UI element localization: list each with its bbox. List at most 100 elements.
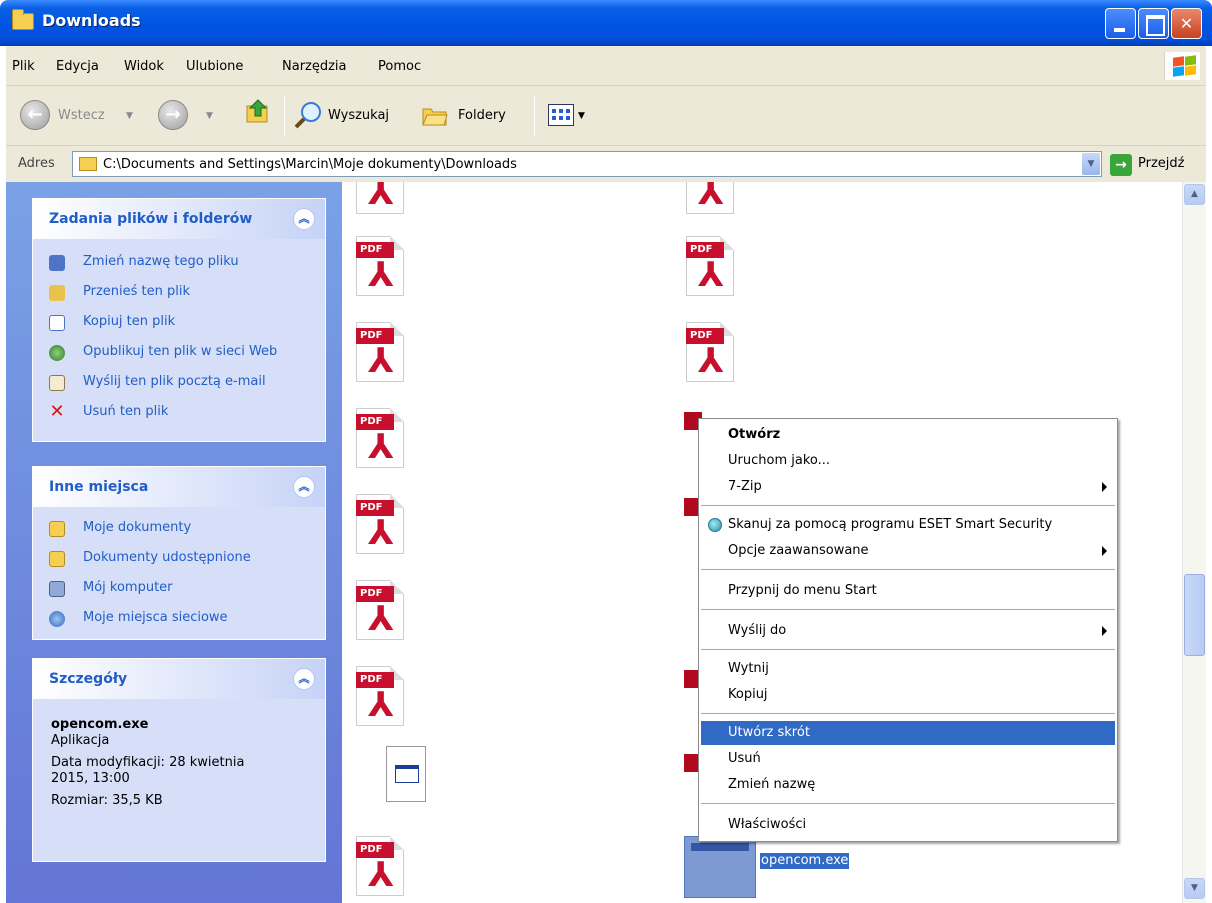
up-folder-icon[interactable]: [246, 98, 270, 124]
details-modified-1: Data modyfikacji: 28 kwietnia: [51, 755, 245, 770]
details-panel: Szczegóły ︽ opencom.exe Aplikacja Data m…: [32, 658, 326, 862]
pdf-file-icon[interactable]: PDF ⅄: [346, 580, 406, 644]
pdf-file-icon[interactable]: PDF ⅄: [346, 322, 406, 386]
rename-icon: [49, 255, 65, 271]
task-email-label[interactable]: Wyślij ten plik pocztą e-mail: [83, 374, 266, 389]
back-dropdown-icon[interactable]: ▼: [126, 111, 133, 121]
place-label[interactable]: Moje dokumenty: [83, 520, 191, 535]
delete-icon: ✕: [49, 401, 65, 422]
search-label[interactable]: Wyszukaj: [328, 108, 389, 123]
task-pane: Zadania plików i folderów ︽ Zmień nazwę …: [6, 182, 342, 903]
pdf-file-icon[interactable]: ⅄: [346, 182, 406, 218]
pdf-file-icon[interactable]: PDF ⅄: [346, 494, 406, 558]
submenu-arrow-icon: [1102, 626, 1107, 636]
ctx-cut[interactable]: Wytnij: [701, 657, 1115, 681]
pdf-file-icon[interactable]: ⅄: [676, 182, 736, 218]
back-button[interactable]: ←: [20, 100, 50, 130]
menu-plik[interactable]: Plik: [12, 59, 35, 74]
selected-exe-icon[interactable]: [684, 836, 756, 898]
details-type: Aplikacja: [51, 733, 110, 748]
views-dropdown-icon[interactable]: ▼: [578, 111, 585, 121]
back-label[interactable]: Wstecz: [58, 108, 105, 123]
forward-dropdown-icon[interactable]: ▼: [206, 111, 213, 121]
ctx-eset-scan[interactable]: Skanuj za pomocą programu ESET Smart Sec…: [701, 513, 1115, 537]
task-rename-label[interactable]: Zmień nazwę tego pliku: [83, 254, 239, 269]
menu-widok[interactable]: Widok: [124, 59, 164, 74]
file-tasks-panel: Zadania plików i folderów ︽ Zmień nazwę …: [32, 198, 326, 442]
ctx-rename[interactable]: Zmień nazwę: [701, 773, 1115, 797]
scroll-thumb[interactable]: [1184, 574, 1205, 656]
menu-separator: [701, 713, 1115, 714]
maximize-button[interactable]: [1138, 8, 1169, 39]
collapse-chevron-icon[interactable]: ︽: [293, 476, 315, 498]
vertical-scrollbar[interactable]: ▲ ▼: [1182, 182, 1206, 903]
forward-button[interactable]: →: [158, 100, 188, 130]
place-label[interactable]: Mój komputer: [83, 580, 173, 595]
task-copy-label[interactable]: Kopiuj ten plik: [83, 314, 175, 329]
minimize-button[interactable]: [1105, 8, 1136, 39]
folders-label[interactable]: Foldery: [458, 108, 506, 123]
move-icon: [49, 285, 65, 301]
context-menu: Otwórz Uruchom jako... 7-Zip Skanuj za p…: [698, 418, 1118, 842]
selected-file-label[interactable]: opencom.exe: [760, 853, 850, 869]
ctx-properties[interactable]: Właściwości: [701, 813, 1115, 837]
ctx-create-shortcut[interactable]: Utwórz skrót: [701, 721, 1115, 745]
task-move-label[interactable]: Przenieś ten plik: [83, 284, 190, 299]
collapse-chevron-icon[interactable]: ︽: [293, 208, 315, 230]
pdf-file-icon[interactable]: PDF ⅄: [346, 666, 406, 730]
file-tasks-header[interactable]: Zadania plików i folderów ︽: [33, 199, 325, 239]
details-modified-2: 2015, 13:00: [51, 771, 130, 786]
menu-ulubione[interactable]: Ulubione: [186, 59, 243, 74]
task-publish-label[interactable]: Opublikuj ten plik w sieci Web: [83, 344, 277, 359]
other-places-panel: Inne miejsca ︽ Moje dokumenty Dokumenty …: [32, 466, 326, 640]
other-places-header[interactable]: Inne miejsca ︽: [33, 467, 325, 507]
menu-bar: Plik Edycja Widok Ulubione Narzędzia Pom…: [6, 46, 1206, 86]
pdf-file-icon[interactable]: PDF ⅄: [676, 322, 736, 386]
address-bar: Adres C:\Documents and Settings\Marcin\M…: [6, 146, 1206, 182]
task-delete-label[interactable]: Usuń ten plik: [83, 404, 168, 419]
pdf-file-icon[interactable]: PDF ⅄: [346, 408, 406, 472]
place-label[interactable]: Dokumenty udostępnione: [83, 550, 251, 565]
pdf-file-icon[interactable]: PDF ⅄: [346, 236, 406, 300]
exe-file-icon[interactable]: [386, 746, 426, 802]
ctx-run-as[interactable]: Uruchom jako...: [701, 449, 1115, 473]
pdf-file-icon[interactable]: PDF ⅄: [346, 836, 406, 900]
ctx-copy[interactable]: Kopiuj: [701, 683, 1115, 707]
toolbar-separator: [534, 96, 535, 136]
other-places-title: Inne miejsca: [49, 479, 149, 495]
menu-separator: [701, 649, 1115, 650]
views-icon[interactable]: [548, 104, 574, 126]
ctx-delete[interactable]: Usuń: [701, 747, 1115, 771]
details-header[interactable]: Szczegóły ︽: [33, 659, 325, 699]
publish-icon: [49, 345, 65, 361]
ctx-7zip[interactable]: 7-Zip: [701, 475, 1115, 499]
go-arrow-icon[interactable]: →: [1110, 154, 1132, 176]
details-size: Rozmiar: 35,5 KB: [51, 793, 163, 808]
collapse-chevron-icon[interactable]: ︽: [293, 668, 315, 690]
pdf-file-icon[interactable]: PDF ⅄: [676, 236, 736, 300]
ctx-send-to[interactable]: Wyślij do: [701, 619, 1115, 643]
window-title: Downloads: [42, 11, 141, 30]
eset-icon: [708, 518, 722, 532]
network-icon: [49, 611, 65, 627]
folder-icon: [12, 9, 34, 30]
address-dropdown-icon[interactable]: ▼: [1082, 153, 1100, 175]
folders-icon[interactable]: [422, 104, 448, 126]
address-input[interactable]: C:\Documents and Settings\Marcin\Moje do…: [72, 151, 1102, 177]
ctx-advanced[interactable]: Opcje zaawansowane: [701, 539, 1115, 563]
address-value[interactable]: C:\Documents and Settings\Marcin\Moje do…: [103, 157, 517, 172]
menu-separator: [701, 609, 1115, 610]
copy-icon: [49, 315, 65, 331]
scroll-up-icon[interactable]: ▲: [1184, 184, 1205, 205]
go-button[interactable]: Przejdź: [1138, 156, 1184, 171]
close-button[interactable]: ✕: [1171, 8, 1202, 39]
menu-edycja[interactable]: Edycja: [56, 59, 99, 74]
place-label[interactable]: Moje miejsca sieciowe: [83, 610, 228, 625]
scroll-down-icon[interactable]: ▼: [1184, 878, 1205, 899]
ctx-open[interactable]: Otwórz: [701, 423, 1115, 447]
search-icon[interactable]: [294, 100, 324, 130]
menu-narzedzia[interactable]: Narzędzia: [282, 59, 347, 74]
details-title: Szczegóły: [49, 671, 128, 687]
ctx-pin-start[interactable]: Przypnij do menu Start: [701, 579, 1115, 603]
menu-pomoc[interactable]: Pomoc: [378, 59, 421, 74]
